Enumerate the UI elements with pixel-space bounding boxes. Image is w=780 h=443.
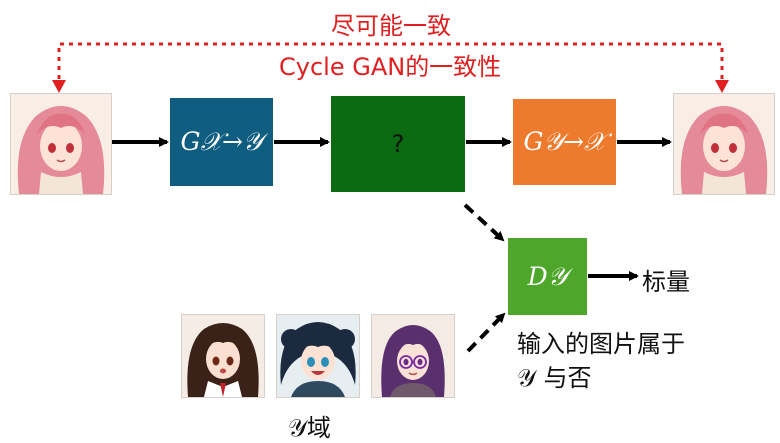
generator-y-to-x-label: G𝒴→𝒳 (523, 127, 606, 156)
generator-y-to-x-box: G𝒴→𝒳 (513, 99, 616, 185)
anime-girl-pink-hair-icon (11, 94, 111, 194)
anime-girl-pink-hair-reconstruction-icon (674, 94, 774, 194)
y-domain-sample-2 (276, 314, 360, 398)
dashed-arrow-samples-to-discriminator (466, 312, 506, 353)
down-arrow-left (52, 80, 66, 93)
discriminator-label: D𝒴 (527, 261, 568, 291)
anime-girl-blue-hair-icon (277, 315, 359, 397)
generator-x-to-y-box: G𝒳→𝒴 (170, 98, 273, 186)
decision-text-line2: 𝒴 与否 (517, 364, 592, 392)
generated-image-box: ? (331, 96, 465, 192)
reconstructed-image (673, 93, 775, 195)
anime-girl-purple-hair-glasses-icon (372, 315, 454, 397)
y-domain-caption: 𝒴域 (288, 414, 331, 442)
decision-text-line1: 输入的图片属于 (517, 330, 685, 358)
generator-x-to-y-label: G𝒳→𝒴 (180, 127, 263, 156)
cycle-gan-label: Cycle GAN的一致性 (279, 53, 502, 81)
input-image (10, 93, 112, 195)
y-domain-sample-1 (181, 314, 265, 398)
dashed-arrow-middle-to-discriminator (463, 203, 505, 242)
top-consistency-label: 尽可能一致 (331, 12, 451, 40)
anime-girl-brown-hair-icon (182, 315, 264, 397)
y-domain-sample-3 (371, 314, 455, 398)
unknown-output-label: ? (391, 130, 405, 158)
discriminator-box: D𝒴 (508, 238, 587, 315)
down-arrow-right (715, 80, 729, 93)
scalar-output-label: 标量 (642, 268, 690, 296)
